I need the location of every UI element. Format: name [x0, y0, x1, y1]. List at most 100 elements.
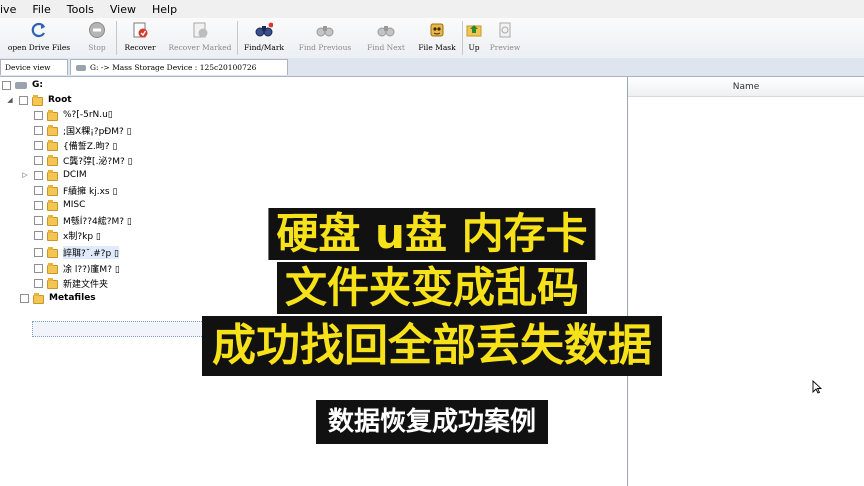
- folder-icon: [47, 109, 58, 121]
- tree-item[interactable]: {備誓Z.昫? ▯: [34, 137, 117, 153]
- tree-label: Metafiles: [49, 293, 96, 303]
- checkbox[interactable]: [34, 185, 43, 195]
- drive-icon: [15, 81, 27, 89]
- stop-icon: [88, 21, 106, 39]
- find-previous-icon: [316, 21, 334, 39]
- checkbox[interactable]: [34, 278, 43, 288]
- tree-label: C龔?弴[.泌?M? ▯: [63, 156, 133, 167]
- tree-item[interactable]: M綔Í??4綋?M? ▯: [34, 212, 132, 228]
- up-label: Up: [468, 43, 480, 52]
- tree-row-root[interactable]: ◢ Root: [5, 92, 72, 108]
- find-mark-button[interactable]: Find/Mark: [238, 18, 290, 58]
- menu-tools[interactable]: Tools: [57, 3, 100, 16]
- caption-line-2: 文件夹变成乱码: [276, 262, 588, 314]
- folder-icon: [47, 229, 58, 241]
- menu-view[interactable]: View: [100, 3, 142, 16]
- tree-label: M綔Í??4綋?M? ▯: [63, 216, 132, 227]
- file-mask-button[interactable]: File Mask: [412, 18, 462, 58]
- caption-line-3: 成功找回全部丢失数据: [202, 316, 662, 376]
- stop-label: Stop: [88, 43, 106, 52]
- folder-icon: [47, 184, 58, 196]
- tree-item[interactable]: C龔?弴[.泌?M? ▯: [34, 152, 133, 168]
- tree-label: %?[-5rN.u▯: [63, 110, 113, 120]
- tab-device-view[interactable]: Device view: [0, 59, 68, 75]
- tree-label: 凃 l??)廑M? ▯: [63, 264, 120, 275]
- checkbox[interactable]: [34, 140, 43, 150]
- tree-item[interactable]: MISC: [34, 197, 85, 213]
- checkbox[interactable]: [34, 263, 43, 273]
- checkbox[interactable]: [34, 200, 43, 210]
- tree-item[interactable]: x制?kp ▯: [34, 227, 101, 243]
- folder-icon: [47, 277, 58, 289]
- up-button[interactable]: Up: [463, 18, 485, 58]
- preview-label: Preview: [489, 43, 521, 52]
- menu-file[interactable]: File: [22, 3, 56, 16]
- tree-label: x制?kp ▯: [63, 231, 101, 242]
- file-mask-label: File Mask: [418, 43, 456, 52]
- tree-label: 新建文件夹: [63, 279, 109, 290]
- tree-label: F績擁 kj.xs ▯: [63, 186, 118, 197]
- tree-item[interactable]: 誶聑?˘.#?p ▯: [34, 244, 119, 260]
- folder-icon: [47, 262, 58, 274]
- recover-marked-label: Recover Marked: [168, 43, 232, 52]
- folder-icon: [47, 214, 58, 226]
- find-previous-button[interactable]: Find Previous: [290, 18, 360, 58]
- stop-button[interactable]: Stop: [78, 18, 116, 58]
- recover-marked-button[interactable]: Recover Marked: [163, 18, 237, 58]
- recover-label: Recover: [124, 43, 156, 52]
- column-header-label: Name: [732, 81, 760, 92]
- checkbox[interactable]: [34, 125, 43, 135]
- open-drive-files-button[interactable]: open Drive Files: [0, 18, 78, 58]
- tree-label: ;国X粿¡?pÐM? ▯: [63, 126, 132, 137]
- preview-icon: [496, 21, 514, 39]
- tree-row-drive[interactable]: G:: [2, 77, 43, 93]
- file-mask-icon: [428, 21, 446, 39]
- find-previous-label: Find Previous: [298, 43, 352, 52]
- checkbox[interactable]: [34, 215, 43, 225]
- checkbox[interactable]: [34, 247, 43, 257]
- open-drive-icon: [30, 21, 48, 39]
- tab-device-view-label: Device view: [5, 63, 51, 72]
- find-next-icon: [377, 21, 395, 39]
- tree-item[interactable]: F績擁 kj.xs ▯: [34, 182, 117, 198]
- recover-button[interactable]: Recover: [117, 18, 163, 58]
- checkbox[interactable]: [34, 230, 43, 240]
- binoculars-icon: [255, 21, 273, 39]
- checkbox[interactable]: [2, 80, 11, 90]
- checkbox[interactable]: [34, 155, 43, 165]
- tree-item[interactable]: ▷ DCIM: [20, 167, 87, 183]
- find-next-button[interactable]: Find Next: [360, 18, 412, 58]
- caption-subtitle: 数据恢复成功案例: [315, 400, 549, 444]
- folder-icon: [47, 169, 58, 181]
- tree-item[interactable]: 凃 l??)廑M? ▯: [34, 260, 120, 276]
- tree-label: {備誓Z.昫? ▯: [63, 141, 118, 152]
- checkbox[interactable]: [34, 170, 43, 180]
- mouse-cursor-icon: [812, 380, 822, 394]
- folder-icon: [47, 246, 58, 258]
- collapse-icon[interactable]: ◢: [5, 95, 15, 105]
- up-folder-icon: [465, 21, 483, 39]
- caption-line-1: 硬盘 u盘 内存卡: [268, 208, 596, 260]
- checkbox[interactable]: [34, 110, 43, 120]
- folder-icon: [47, 139, 58, 151]
- tree-label: Root: [48, 95, 72, 105]
- path-bar: G: -> Mass Storage Device : 125c20100726: [70, 59, 288, 75]
- drive-icon: [76, 64, 86, 71]
- tree-label: DCIM: [63, 170, 87, 180]
- file-list-pane[interactable]: Name: [628, 77, 864, 486]
- preview-button[interactable]: Preview: [485, 18, 525, 58]
- tree-item[interactable]: 新建文件夹: [34, 275, 108, 291]
- tree-label: MISC: [63, 200, 86, 210]
- folder-icon: [47, 154, 58, 166]
- tree-row-metafiles[interactable]: Metafiles: [20, 290, 96, 306]
- menu-help[interactable]: Help: [142, 3, 183, 16]
- tree-item[interactable]: ;国X粿¡?pÐM? ▯: [34, 122, 132, 138]
- menu-drive[interactable]: ive: [0, 3, 22, 16]
- checkbox[interactable]: [19, 95, 28, 105]
- tree-label: 誶聑?˘.#?p ▯: [63, 245, 119, 259]
- tree-item[interactable]: %?[-5rN.u▯: [34, 107, 113, 123]
- column-header-name[interactable]: Name: [628, 77, 864, 97]
- expand-icon[interactable]: ▷: [20, 170, 30, 180]
- checkbox[interactable]: [20, 293, 29, 303]
- folder-icon: [47, 199, 58, 211]
